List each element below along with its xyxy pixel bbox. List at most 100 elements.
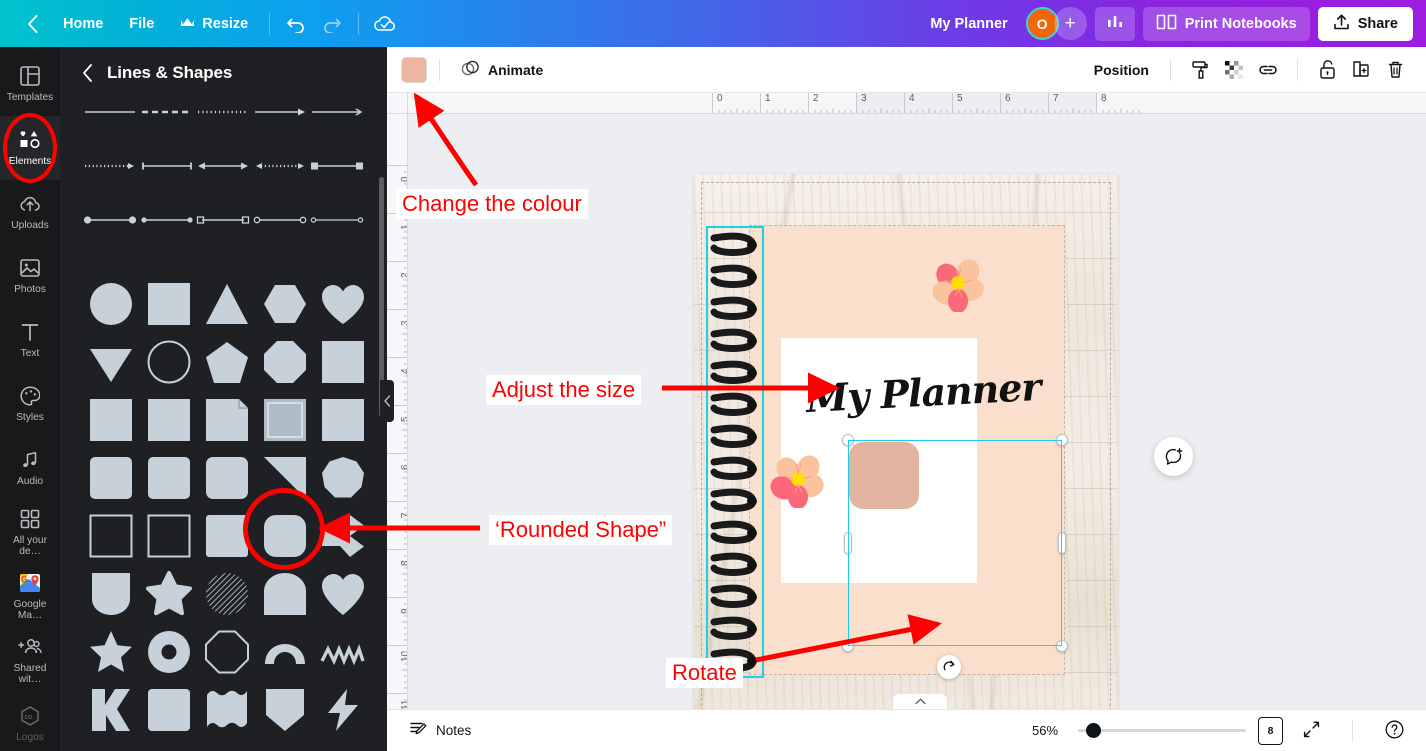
add-comment-button[interactable] [1154,437,1193,476]
line-square-end[interactable] [308,159,365,173]
shape-triangle[interactable] [198,275,256,333]
shape-speech-tail[interactable] [256,739,314,751]
shape-square-5[interactable] [314,391,372,449]
shape-heart[interactable] [314,275,372,333]
sidebar-item-audio[interactable]: Audio [0,436,60,500]
shape-tombstone[interactable] [256,565,314,623]
shape-u-shape[interactable] [82,565,140,623]
share-button[interactable]: Share [1317,6,1413,41]
line-dot-end[interactable] [82,213,139,227]
shape-triangle-corner[interactable] [314,739,372,751]
sidebar-item-elements[interactable]: Elements [0,116,60,180]
shape-square-2[interactable] [314,333,372,391]
document-title[interactable]: My Planner [920,16,1017,32]
line-small-circle-end[interactable] [308,213,365,227]
shape-hexagon[interactable] [256,275,314,333]
line-thin-arrow[interactable] [308,105,365,119]
line-dotted-arrow[interactable] [82,159,139,173]
back-button[interactable] [14,7,50,41]
shape-blob[interactable] [198,739,256,751]
shape-donut[interactable] [140,623,198,681]
help-button[interactable] [1377,716,1412,746]
expand-button[interactable] [1295,716,1328,746]
line-small-dot-end[interactable] [139,213,196,227]
shape-rounded-square-3[interactable] [198,449,256,507]
spiral-selection-box[interactable] [706,226,764,678]
sidebar-item-shared-with-you[interactable]: Shared wit… [0,628,60,692]
sidebar-item-photos[interactable]: Photos [0,244,60,308]
zoom-slider[interactable] [1078,723,1246,739]
shape-shield[interactable] [256,681,314,739]
zoom-slider-knob[interactable] [1086,723,1101,738]
shape-triangle-down[interactable] [82,333,140,391]
shape-arch[interactable] [256,623,314,681]
flower-left[interactable] [770,452,826,513]
shape-rounded-shape[interactable] [256,507,314,565]
shape-circle[interactable] [82,275,140,333]
shape-double-bump[interactable] [82,739,140,751]
shape-rounded-rect[interactable] [140,681,198,739]
shape-rounded-square-1[interactable] [82,449,140,507]
horizontal-ruler[interactable]: 012345678 [387,93,1426,114]
redo-button[interactable] [314,7,350,41]
shape-square[interactable] [140,275,198,333]
shape-nonagon[interactable] [314,449,372,507]
add-collaborator-button[interactable]: + [1053,7,1087,40]
animate-button[interactable]: Animate [452,54,552,86]
shape-framed-square[interactable] [256,391,314,449]
duplicate-icon[interactable] [1344,54,1378,86]
position-button[interactable]: Position [1085,54,1158,86]
sidebar-item-uploads[interactable]: Uploads [0,180,60,244]
transparency-icon[interactable] [1217,54,1251,86]
sidebar-item-text[interactable]: Text [0,308,60,372]
shape-zigzag-block[interactable] [82,681,140,739]
panel-collapse-button[interactable] [380,380,394,422]
sidebar-item-logos[interactable]: co. Logos [0,692,60,751]
sidebar-item-google-maps[interactable]: G Google Ma… [0,564,60,628]
notes-button[interactable]: Notes [401,716,479,746]
line-square-outline-end[interactable] [195,213,252,227]
shape-circle-outline[interactable] [140,333,198,391]
shape-selection-box[interactable] [848,440,1062,646]
line-circle-outline-end[interactable] [252,213,309,227]
insights-button[interactable] [1094,6,1135,41]
shape-square-3[interactable] [82,391,140,449]
shape-octagon-outline[interactable] [198,623,256,681]
shape-folded-corner-square[interactable] [198,391,256,449]
pages-panel-toggle[interactable] [892,693,948,709]
line-bar-end[interactable] [139,159,196,173]
shape-heart-2[interactable] [314,565,372,623]
line-arrow[interactable] [252,105,309,119]
sidebar-item-all-your-designs[interactable]: All your de… [0,500,60,564]
shape-star-5-rounded[interactable] [140,565,198,623]
line-double-arrow[interactable] [195,159,252,173]
print-notebooks-button[interactable]: Print Notebooks [1142,6,1310,41]
shape-square-outline-1[interactable] [82,507,140,565]
shape-rounded-square-2[interactable] [140,449,198,507]
page-count-button[interactable]: 8 [1258,716,1283,745]
shape-rounded-square-4[interactable] [198,507,256,565]
shape-wavy-square[interactable] [198,681,256,739]
shape-square-outline-2[interactable] [140,507,198,565]
shape-lightning[interactable] [314,681,372,739]
shape-double-bump-2[interactable] [140,739,198,751]
line-dotted-double-arrow[interactable] [252,159,309,173]
shape-arrow-hexagon[interactable] [314,507,372,565]
line-dashed[interactable] [139,105,196,119]
shape-square-4[interactable] [140,391,198,449]
fill-color-swatch[interactable] [401,56,427,83]
sidebar-item-templates[interactable]: Templates [0,52,60,116]
chevron-left-icon[interactable] [82,64,93,82]
line-solid[interactable] [82,105,139,119]
shape-octagon[interactable] [256,333,314,391]
shape-zigzag[interactable] [314,623,372,681]
shape-star-sharp[interactable] [82,623,140,681]
file-menu-button[interactable]: File [116,7,167,41]
home-button[interactable]: Home [50,7,116,41]
rotate-handle[interactable] [937,655,961,679]
cloud-saved-icon[interactable] [367,7,403,41]
link-icon[interactable] [1251,54,1285,86]
lock-icon[interactable] [1310,54,1344,86]
paint-roller-icon[interactable] [1183,54,1217,86]
trash-icon[interactable] [1378,54,1412,86]
